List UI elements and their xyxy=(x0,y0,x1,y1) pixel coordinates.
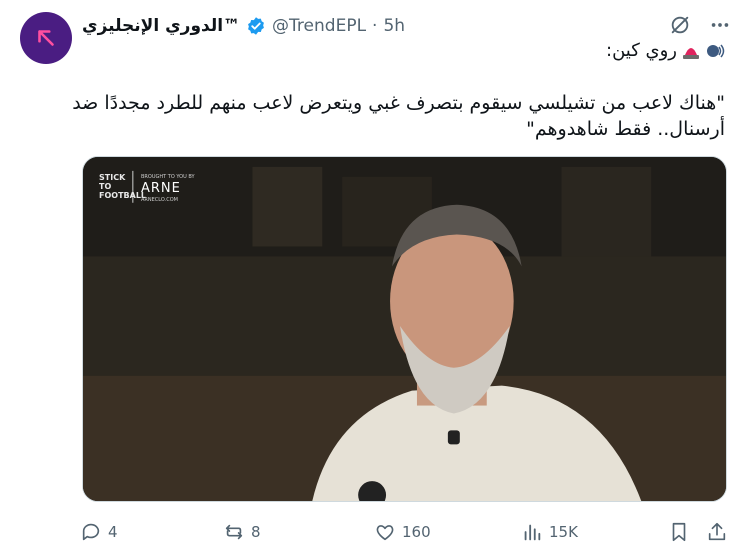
timestamp[interactable]: 5h xyxy=(383,16,405,36)
share-button[interactable] xyxy=(706,516,728,548)
siren-icon xyxy=(681,41,701,61)
grok-icon[interactable] xyxy=(669,14,691,40)
reply-count: 4 xyxy=(108,523,118,541)
share-icon xyxy=(708,522,726,541)
more-options-icon[interactable] xyxy=(709,14,731,40)
separator: · xyxy=(372,16,378,36)
heart-icon xyxy=(376,525,394,541)
tweet-header: الدوري الإنجليزي™ @TrendEPL · 5h xyxy=(82,12,405,40)
tweet-intro-line: روي كين: xyxy=(606,40,725,61)
views-count: 15K xyxy=(549,523,578,541)
repost-button[interactable]: 8 xyxy=(223,516,261,548)
reply-button[interactable]: 4 xyxy=(80,516,118,548)
views-button[interactable]: 15K xyxy=(521,516,578,548)
reply-icon xyxy=(82,523,100,541)
arrow-up-left-icon xyxy=(38,30,54,46)
speaking-head-icon xyxy=(705,41,725,61)
top-right-actions xyxy=(669,14,731,40)
like-button[interactable]: 160 xyxy=(374,516,431,548)
tweet-actions: 4 8 160 15K xyxy=(78,516,733,548)
repost-count: 8 xyxy=(251,523,261,541)
brand-name: ARNE xyxy=(141,181,181,196)
handle[interactable]: @TrendEPL xyxy=(272,16,366,36)
display-name[interactable]: الدوري الإنجليزي™ xyxy=(82,16,240,36)
tweet: الدوري الإنجليزي™ @TrendEPL · 5h روي كين… xyxy=(0,0,755,555)
brand-url: ARNECLO.COM xyxy=(141,197,178,203)
bookmark-icon xyxy=(672,522,686,542)
views-icon xyxy=(524,524,541,541)
repost-icon xyxy=(225,524,243,540)
brand-caption: BROUGHT TO YOU BY xyxy=(141,174,195,180)
bookmark-button[interactable] xyxy=(668,516,690,548)
avatar[interactable] xyxy=(20,12,72,64)
tweet-text: "هناك لاعب من تشيلسي سيقوم بتصرف غبي ويت… xyxy=(72,92,725,140)
tweet-intro-text: روي كين: xyxy=(606,40,677,61)
tweet-video[interactable]: STICK TO FOOTBALL BROUGHT TO YOU BY ARNE… xyxy=(82,156,727,502)
verified-badge-icon xyxy=(246,16,266,36)
stick-to-football-logo: STICK TO FOOTBALL xyxy=(99,173,147,200)
like-count: 160 xyxy=(402,523,431,541)
